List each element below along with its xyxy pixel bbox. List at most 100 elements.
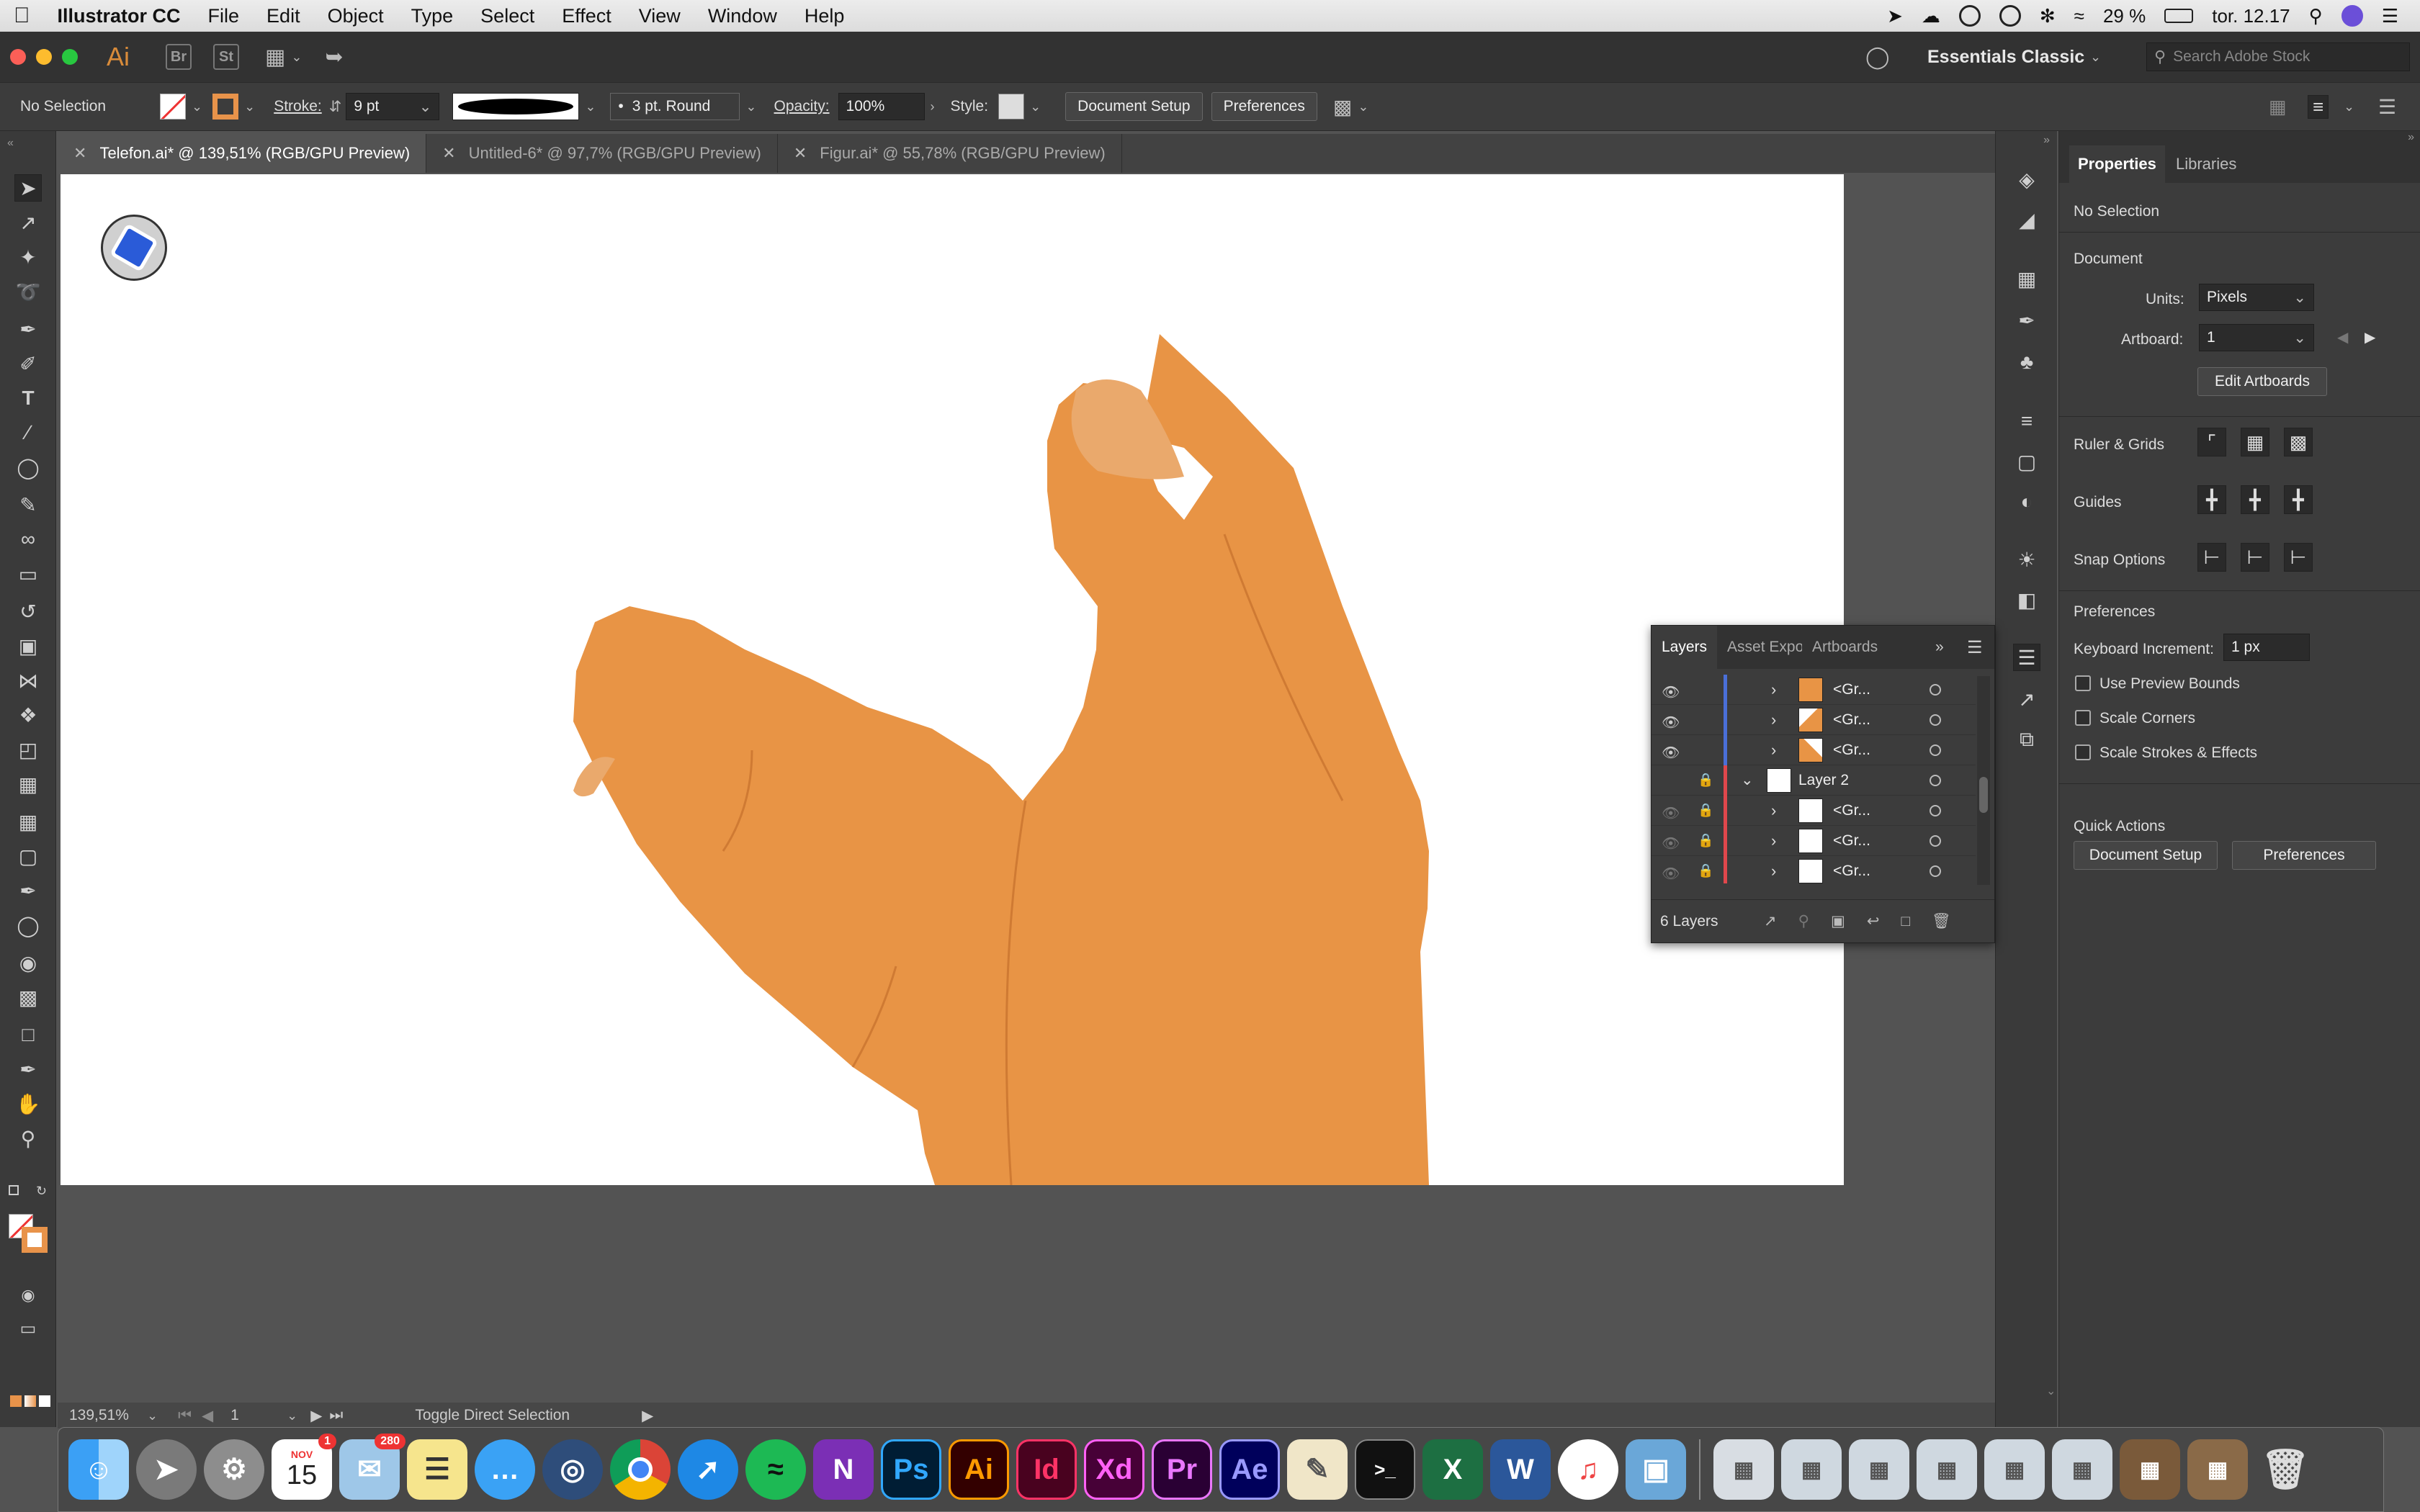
- menu-view[interactable]: View: [625, 5, 694, 27]
- stroke-color-box[interactable]: [22, 1227, 48, 1253]
- artboard-select[interactable]: 1 ⌄: [2199, 324, 2314, 351]
- stock-button[interactable]: St: [213, 44, 240, 70]
- close-window-button[interactable]: [10, 49, 26, 65]
- system-preferences-icon[interactable]: ⚙: [204, 1439, 264, 1500]
- shape-builder-tool-icon[interactable]: ▦: [14, 770, 42, 798]
- locate-object-icon[interactable]: ⚲: [1798, 912, 1809, 930]
- bluetooth-icon[interactable]: ✻: [2040, 5, 2056, 27]
- zoom-window-button[interactable]: [62, 49, 78, 65]
- indesign-icon[interactable]: Id: [1016, 1439, 1077, 1500]
- use-preview-bounds-checkbox[interactable]: [2075, 675, 2091, 691]
- create-sublayer-icon[interactable]: ↩: [1867, 912, 1880, 930]
- chevron-down-icon[interactable]: ⌄: [419, 98, 432, 116]
- menu-help[interactable]: Help: [791, 5, 859, 27]
- preferences-button[interactable]: Preferences: [1211, 92, 1317, 121]
- apple-icon[interactable]: : [0, 4, 44, 28]
- xd-icon[interactable]: Xd: [1084, 1439, 1144, 1500]
- chevron-down-icon[interactable]: ⌄: [287, 1408, 297, 1423]
- layers-panel-icon[interactable]: ☰: [2013, 644, 2040, 671]
- gpu-performance-icon[interactable]: ➥: [325, 45, 343, 70]
- slice-tool-icon[interactable]: ✒: [14, 1056, 42, 1083]
- itunes-icon[interactable]: ♫: [1558, 1439, 1618, 1500]
- layer-name[interactable]: Layer 2: [1798, 772, 1849, 789]
- expand-arrow-icon[interactable]: ›: [1771, 862, 1776, 881]
- time-machine-icon[interactable]: [1999, 5, 2021, 27]
- collapse-arrow-icon[interactable]: ⌄: [1741, 771, 1754, 789]
- rotate-tool-icon[interactable]: ↺: [14, 598, 42, 625]
- target-icon[interactable]: [1930, 774, 1941, 786]
- collapse-panel-icon[interactable]: »: [2408, 131, 2414, 144]
- expand-arrow-icon[interactable]: ›: [1771, 711, 1776, 729]
- ellipse-tool-icon[interactable]: ◯: [14, 454, 42, 481]
- chrome-icon[interactable]: [610, 1439, 671, 1500]
- battery-percent[interactable]: 29 %: [2103, 5, 2146, 27]
- color-mode-icon[interactable]: [10, 1395, 22, 1407]
- visibility-eye-icon[interactable]: 👁: [1662, 714, 1680, 731]
- cloud-icon[interactable]: ☁: [1922, 5, 1940, 27]
- gradient-mode-icon[interactable]: [24, 1395, 36, 1407]
- wifi-icon[interactable]: ≈: [2074, 5, 2084, 27]
- menu-file[interactable]: File: [194, 5, 254, 27]
- tab-artboards[interactable]: Artboards: [1802, 639, 1888, 656]
- chevron-down-icon[interactable]: ⌄: [244, 99, 255, 114]
- keyboard-increment-field[interactable]: 1 px: [2223, 634, 2310, 661]
- chevron-down-icon[interactable]: ⌄: [2090, 50, 2101, 65]
- layer-row[interactable]: 👁 🔒 › <Gr...: [1652, 825, 1976, 856]
- photoshop-icon[interactable]: Ps: [881, 1439, 941, 1500]
- expand-panel-icon[interactable]: »: [1935, 639, 1944, 656]
- notes-icon[interactable]: ☰: [407, 1439, 467, 1500]
- indesign-document-icon[interactable]: ▦: [2120, 1439, 2180, 1500]
- notification-center-icon[interactable]: ☰: [2382, 5, 2398, 27]
- zoom-level[interactable]: 139,51%: [69, 1407, 141, 1424]
- next-artboard-icon[interactable]: ▶: [2365, 328, 2375, 346]
- asset-export-icon[interactable]: ↗: [2013, 685, 2040, 713]
- layer-row[interactable]: 👁 🔒 › <Gr...: [1652, 855, 1976, 883]
- panel-menu-icon[interactable]: ☰: [1967, 637, 1983, 658]
- snap-to-grid-icon[interactable]: ⊢: [2241, 543, 2269, 572]
- curvature-tool-icon[interactable]: ✐: [14, 350, 42, 377]
- visibility-eye-icon[interactable]: 👁: [1662, 834, 1680, 852]
- direct-selection-tool-icon[interactable]: ↗: [14, 209, 42, 236]
- opacity-label[interactable]: Opacity:: [774, 98, 830, 115]
- layer-row[interactable]: 🔒 ⌄ Layer 2: [1652, 765, 1976, 796]
- close-tab-icon[interactable]: ✕: [794, 144, 807, 163]
- stroke-stepper-icon[interactable]: ⇵: [329, 98, 342, 116]
- layer-name[interactable]: <Gr...: [1833, 802, 1870, 819]
- use-preview-bounds-label[interactable]: Use Preview Bounds: [2099, 675, 2240, 693]
- paintbrush-tool-icon[interactable]: ✎: [14, 491, 42, 518]
- tab-libraries[interactable]: Libraries: [2176, 145, 2236, 183]
- menu-select[interactable]: Select: [467, 5, 548, 27]
- terminal-icon[interactable]: >_: [1355, 1439, 1415, 1500]
- appearance-panel-icon[interactable]: ☀: [2013, 546, 2040, 573]
- variable-width-profile[interactable]: [452, 93, 580, 120]
- scroll-down-icon[interactable]: ⌄: [2046, 1384, 2056, 1398]
- hand-illustration[interactable]: [60, 174, 1844, 1185]
- collapse-toolbar-icon[interactable]: «: [7, 137, 14, 150]
- edit-artboards-button[interactable]: Edit Artboards: [2197, 367, 2327, 396]
- expand-arrow-icon[interactable]: ›: [1771, 741, 1776, 760]
- layer-row[interactable]: 👁 › <Gr...: [1652, 734, 1976, 765]
- units-select[interactable]: Pixels ⌄: [2199, 284, 2314, 311]
- layer-name[interactable]: <Gr...: [1833, 863, 1870, 880]
- visibility-eye-icon[interactable]: 👁: [1662, 865, 1680, 882]
- screenshot-stack-icon[interactable]: ▦: [1849, 1439, 1909, 1500]
- onenote-icon[interactable]: N: [813, 1439, 874, 1500]
- workspace-switcher[interactable]: Essentials Classic: [1927, 47, 2084, 68]
- tab-asset-export[interactable]: Asset Expo: [1717, 639, 1802, 656]
- bridge-button[interactable]: Br: [166, 44, 192, 70]
- layer-row[interactable]: 👁 › <Gr...: [1652, 675, 1976, 705]
- target-icon[interactable]: [1930, 865, 1941, 877]
- lock-icon[interactable]: 🔒: [1698, 833, 1713, 848]
- menu-object[interactable]: Object: [314, 5, 398, 27]
- menu-type[interactable]: Type: [398, 5, 467, 27]
- graphic-styles-icon[interactable]: ◧: [2013, 586, 2040, 613]
- artboard[interactable]: [60, 174, 1844, 1185]
- premiere-icon[interactable]: Pr: [1152, 1439, 1212, 1500]
- quick-document-setup-button[interactable]: Document Setup: [2074, 841, 2218, 870]
- style-swatch[interactable]: [998, 94, 1025, 120]
- make-clipping-mask-icon[interactable]: ▣: [1831, 912, 1845, 930]
- eraser-tool-icon[interactable]: ▭: [14, 560, 42, 588]
- siri-icon[interactable]: [2341, 5, 2363, 27]
- chevron-down-icon[interactable]: ⌄: [2344, 99, 2354, 114]
- lock-guides-icon[interactable]: ╋: [2241, 485, 2269, 514]
